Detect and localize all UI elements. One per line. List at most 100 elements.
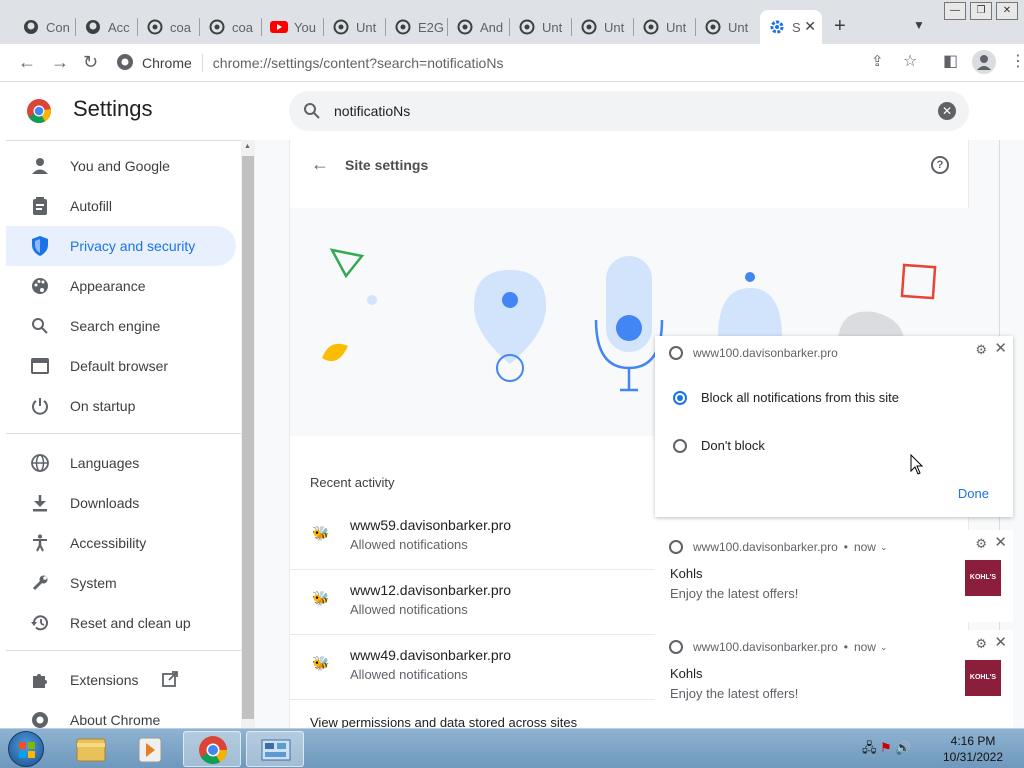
omnibox[interactable]: Chrome chrome://settings/content?search=… (116, 48, 856, 78)
sidebar-item-downloads[interactable]: Downloads (6, 483, 236, 523)
tab-label: Unt (542, 19, 563, 35)
tab-strip: Con Acc coa coa You Unt E2G And Unt Unt … (0, 0, 1024, 48)
chrome-logo-icon (26, 98, 52, 124)
taskbar-chrome[interactable] (183, 731, 241, 767)
profile-avatar[interactable] (972, 50, 996, 74)
taskbar-explorer[interactable] (62, 731, 120, 767)
start-button[interactable] (8, 731, 44, 767)
taskbar-control-panel[interactable] (246, 731, 304, 767)
sidebar-item-on-startup[interactable]: On startup (6, 386, 236, 426)
sidebar-item-autofill[interactable]: Autofill (6, 186, 236, 226)
dont-block-radio-option[interactable]: Don't block (673, 438, 765, 453)
side-panel-icon[interactable]: ◧ (943, 52, 958, 72)
back-arrow-icon[interactable]: ← (311, 154, 329, 175)
chevron-down-icon[interactable]: ⌄ (880, 542, 888, 553)
system-tray-icons[interactable]: 🖧 ⚑ 🔊 (862, 739, 912, 761)
sidebar-item-default-browser[interactable]: Default browser (6, 346, 236, 386)
person-icon (30, 156, 50, 176)
sidebar-item-extensions[interactable]: Extensions (6, 660, 236, 700)
flag-icon[interactable]: ⚑ (880, 740, 892, 755)
help-icon[interactable]: ? (931, 156, 949, 174)
search-value[interactable]: notificatioNs (334, 103, 410, 119)
recent-site: www12.davisonbarker.pro (350, 582, 512, 598)
sidebar-item-reset-and-clean-up[interactable]: Reset and clean up (6, 603, 236, 643)
tab-4[interactable]: You (262, 10, 324, 44)
notification-settings-gear-icon[interactable]: ⚙ (975, 342, 987, 358)
radio-unchecked[interactable] (673, 438, 687, 453)
back-icon[interactable]: ← (18, 52, 36, 72)
tab-3[interactable]: coa (200, 10, 262, 44)
block-all-radio-option[interactable]: Block all notifications from this site (673, 390, 899, 405)
sidebar-scrollbar[interactable]: ▲ (241, 140, 255, 728)
sidebar-item-languages[interactable]: Languages (6, 443, 236, 483)
sidebar-item-about-chrome[interactable]: About Chrome (6, 700, 236, 728)
minimize-button[interactable]: — (944, 2, 966, 20)
close-window-button[interactable]: ✕ (996, 2, 1018, 20)
browser-toolbar: ← → ↻ Chrome chrome://settings/content?s… (0, 44, 1024, 82)
notification-settings-gear-icon[interactable]: ⚙ (975, 536, 987, 552)
notification-card[interactable]: www100.davisonbarker.pro • now ⌄ ⚙ ✕ Koh… (655, 630, 1013, 728)
omnibox-url[interactable]: chrome://settings/content?search=notific… (213, 55, 504, 71)
tab-2[interactable]: coa (138, 10, 200, 44)
block-option-label: Block all notifications from this site (701, 390, 899, 405)
chevron-down-icon[interactable]: ⌄ (880, 642, 888, 653)
sidebar-item-accessibility[interactable]: Accessibility (6, 523, 236, 563)
taskbar-media-player[interactable] (122, 731, 180, 767)
sidebar-item-label: You and Google (70, 158, 170, 174)
settings-header: Settings notificatioNs ✕ (0, 82, 1024, 140)
kohls-logo-image: KOHL'S (965, 660, 1001, 696)
tab-9[interactable]: Unt (572, 10, 634, 44)
tab-8[interactable]: Unt (510, 10, 572, 44)
sidebar-item-search-engine[interactable]: Search engine (6, 306, 236, 346)
maximize-button[interactable]: ❐ (970, 2, 992, 20)
tab-5[interactable]: Unt (324, 10, 386, 44)
done-button[interactable]: Done (958, 486, 989, 501)
sidebar-item-appearance[interactable]: Appearance (6, 266, 236, 306)
radio-checked[interactable] (673, 390, 687, 405)
sidebar-item-label: Privacy and security (70, 238, 196, 254)
volume-icon[interactable]: 🔊 (895, 740, 911, 755)
close-notification-icon[interactable]: ✕ (994, 633, 1007, 651)
notification-settings-gear-icon[interactable]: ⚙ (975, 636, 987, 652)
bookmark-star-icon[interactable]: ☆ (903, 52, 917, 72)
tab-11[interactable]: Unt (696, 10, 758, 44)
globe-icon (580, 18, 598, 36)
recent-status: Allowed notifications (350, 602, 468, 617)
network-icon[interactable]: 🖧 (862, 740, 877, 755)
scrollbar-thumb[interactable] (242, 156, 254, 719)
sidebar-item-you-and-google[interactable]: You and Google (6, 146, 236, 186)
menu-kebab-icon[interactable]: ⋮ (1010, 52, 1024, 72)
sidebar-item-system[interactable]: System (6, 563, 236, 603)
clear-search-icon[interactable]: ✕ (938, 102, 956, 120)
bee-icon: 🐝 (312, 525, 330, 541)
new-tab-button[interactable]: + (834, 16, 846, 36)
close-notification-icon[interactable]: ✕ (994, 533, 1007, 551)
wrench-icon (30, 573, 50, 593)
taskbar-clock[interactable]: 4:16 PM 10/31/2022 (930, 733, 1016, 765)
tab-1[interactable]: Acc (76, 10, 138, 44)
tab-7[interactable]: And (448, 10, 510, 44)
tab-label: Con (46, 19, 70, 35)
reload-icon[interactable]: ↻ (83, 52, 98, 72)
sidebar-item-privacy-and-security[interactable]: Privacy and security (6, 226, 236, 266)
notification-origin-text: www100.davisonbarker.pro (693, 540, 838, 554)
close-notification-icon[interactable]: ✕ (994, 339, 1007, 357)
notification-card[interactable]: www100.davisonbarker.pro • now ⌄ ⚙ ✕ Koh… (655, 530, 1013, 622)
forward-icon[interactable]: → (51, 52, 69, 72)
tab-search-chevron-icon[interactable]: ▼ (913, 18, 925, 32)
tab-0[interactable]: Con (14, 10, 76, 44)
globe-icon (394, 18, 412, 36)
settings-search-input[interactable]: notificatioNs ✕ (289, 91, 969, 131)
settings-sidebar: You and Google Autofill Privacy and secu… (6, 140, 242, 728)
share-icon[interactable]: ⇪ (871, 52, 884, 72)
notification-time: now (853, 640, 876, 654)
close-tab-icon[interactable]: ✕ (804, 18, 816, 35)
tab-6[interactable]: E2G (386, 10, 448, 44)
tab-settings[interactable]: S ✕ (760, 10, 822, 44)
tab-10[interactable]: Unt (634, 10, 696, 44)
recent-status: Allowed notifications (350, 537, 468, 552)
power-icon (30, 396, 50, 416)
scroll-up-icon[interactable]: ▲ (244, 143, 251, 150)
tab-label: Unt (604, 19, 625, 35)
popup-origin-text: www100.davisonbarker.pro (693, 346, 838, 360)
